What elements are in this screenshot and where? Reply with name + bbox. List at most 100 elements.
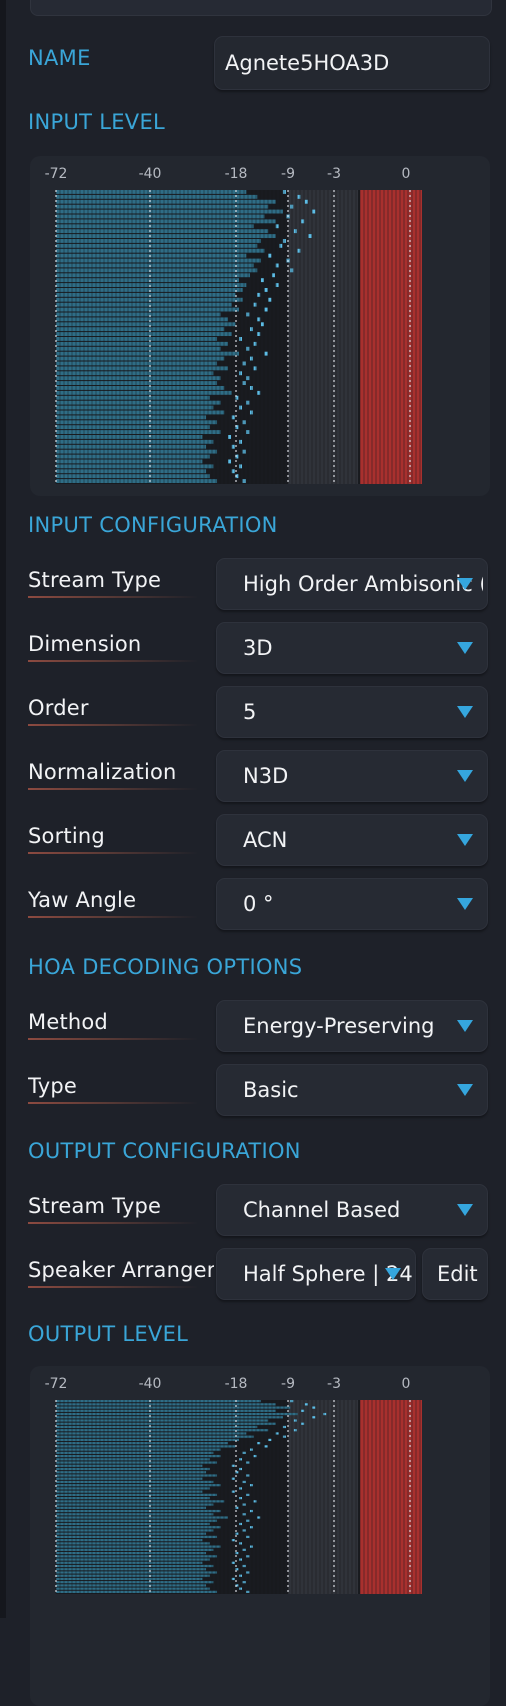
order-value: 5 bbox=[243, 700, 257, 724]
meter-peak-marker bbox=[304, 1403, 308, 1406]
dimension-label: Dimension bbox=[28, 632, 142, 656]
normalization-dropdown[interactable]: N3D bbox=[216, 750, 488, 802]
meter-scale-label: -3 bbox=[327, 1376, 341, 1392]
meter-channel-bar bbox=[56, 1458, 210, 1461]
speaker-edit-button[interactable]: Edit bbox=[422, 1248, 488, 1300]
type-dropdown[interactable]: Basic bbox=[216, 1064, 488, 1116]
output-stream-type-value: Channel Based bbox=[243, 1198, 401, 1222]
meter-channel-bar bbox=[56, 1432, 247, 1435]
order-dropdown[interactable]: 5 bbox=[216, 686, 488, 738]
yaw-angle-underline bbox=[28, 916, 198, 918]
meter-channel-bar bbox=[56, 395, 210, 400]
chevron-down-icon bbox=[457, 834, 473, 846]
meter-channel-bar bbox=[56, 425, 210, 430]
meter-peak-marker bbox=[249, 386, 253, 390]
output-stream-type-dropdown[interactable]: Channel Based bbox=[216, 1184, 488, 1236]
meter-channel-bar bbox=[56, 1422, 276, 1425]
name-value[interactable]: Agnete5HOA3D bbox=[225, 51, 465, 75]
type-label: Type bbox=[28, 1074, 78, 1098]
name-input[interactable]: Agnete5HOA3D bbox=[214, 36, 490, 90]
yaw-angle-dropdown[interactable]: 0 ° bbox=[216, 878, 488, 930]
method-label: Method bbox=[28, 1010, 108, 1034]
normalization-label: Normalization bbox=[28, 760, 177, 784]
input-stream-type-dropdown[interactable]: High Order Ambisonic ( bbox=[216, 558, 488, 610]
method-dropdown[interactable]: Energy-Preserving bbox=[216, 1000, 488, 1052]
meter-channel-bar bbox=[56, 209, 283, 214]
meter-channel-bar bbox=[56, 253, 247, 258]
meter-channel-bar bbox=[56, 1442, 229, 1445]
left-edge bbox=[0, 0, 6, 1618]
speaker-arrangement-dropdown[interactable]: Half Sphere | 24. bbox=[216, 1248, 416, 1300]
type-underline bbox=[28, 1102, 198, 1104]
chevron-down-icon bbox=[457, 1204, 473, 1216]
meter-scale-label: -9 bbox=[281, 1376, 295, 1392]
input-stream-type-value: High Order Ambisonic ( bbox=[243, 572, 483, 596]
output-level-title: OUTPUT LEVEL bbox=[28, 1322, 189, 1346]
sorting-dropdown[interactable]: ACN bbox=[216, 814, 488, 866]
meter-peak-marker bbox=[249, 410, 253, 415]
method-underline bbox=[28, 1038, 198, 1040]
meter-peak-marker bbox=[304, 199, 308, 204]
speaker-arrangement-underline bbox=[28, 1286, 198, 1288]
meter-channel-bar bbox=[56, 1542, 210, 1545]
previous-field[interactable] bbox=[30, 0, 492, 16]
chevron-down-icon bbox=[457, 1084, 473, 1096]
output-configuration-title: OUTPUT CONFIGURATION bbox=[28, 1139, 301, 1163]
output-stream-type-underline bbox=[28, 1222, 198, 1224]
meter-channel-bar bbox=[56, 1406, 291, 1409]
meter-channel-bar bbox=[56, 1403, 276, 1406]
meter-peak-marker bbox=[312, 209, 316, 214]
meter-channel-bar bbox=[56, 1497, 210, 1500]
meter-channel-bar bbox=[56, 1425, 258, 1429]
meter-channel-bar bbox=[56, 1587, 210, 1590]
input-configuration-title: INPUT CONFIGURATION bbox=[28, 513, 278, 537]
meter-channel-bar bbox=[56, 341, 229, 346]
dimension-value: 3D bbox=[243, 636, 273, 660]
meter-channel-bar bbox=[56, 239, 261, 243]
meter-peak-marker bbox=[249, 1526, 253, 1529]
yaw-angle-value: 0 ° bbox=[243, 892, 274, 916]
meter-channel-bar bbox=[56, 474, 210, 479]
meter-scale-label: 0 bbox=[402, 166, 411, 182]
meter-channel-bar bbox=[56, 190, 247, 194]
meter-scale-label: -72 bbox=[45, 1376, 68, 1392]
normalization-value: N3D bbox=[243, 764, 289, 788]
dimension-dropdown[interactable]: 3D bbox=[216, 622, 488, 674]
speaker-edit-label: Edit bbox=[437, 1262, 478, 1286]
output-stream-type-label: Stream Type bbox=[28, 1194, 162, 1218]
meter-channel-bar bbox=[56, 1416, 283, 1419]
meter-peak-marker bbox=[308, 234, 312, 238]
meter-peak-marker bbox=[249, 327, 253, 332]
stream-type-label: Stream Type bbox=[28, 568, 162, 592]
meter-peak-marker bbox=[249, 1545, 253, 1548]
meter-channel-bar bbox=[56, 1522, 210, 1526]
meter-channel-bar bbox=[56, 283, 247, 287]
meter-peak-marker bbox=[312, 1406, 316, 1409]
meter-channel-bar bbox=[56, 366, 229, 371]
meter-peak-marker bbox=[264, 307, 268, 312]
meter-scale-label: -72 bbox=[45, 166, 68, 182]
meter-channel-bar bbox=[56, 268, 258, 273]
chevron-down-icon bbox=[457, 1020, 473, 1032]
meter-peak-marker bbox=[249, 1484, 253, 1487]
meter-channel-bar bbox=[56, 1574, 210, 1577]
method-value: Energy-Preserving bbox=[243, 1014, 435, 1038]
meter-peak-marker bbox=[249, 356, 253, 361]
input-level-meter-graphic: -72 -40 -18 -9 -3 0 bbox=[45, 166, 422, 484]
meter-channel-bar bbox=[56, 1487, 210, 1490]
chevron-down-icon bbox=[457, 578, 473, 590]
type-value: Basic bbox=[243, 1078, 299, 1102]
meter-channel-bar bbox=[56, 1467, 210, 1471]
meter-scale-label: -18 bbox=[225, 1376, 248, 1392]
meter-channel-bar bbox=[56, 1400, 261, 1403]
meter-scale-label: -18 bbox=[225, 166, 248, 182]
order-underline bbox=[28, 724, 198, 726]
meter-peak-marker bbox=[249, 1509, 253, 1513]
chevron-down-icon bbox=[385, 1268, 401, 1280]
meter-scale-label: -9 bbox=[281, 166, 295, 182]
meter-channel-bar bbox=[56, 1409, 276, 1412]
meter-channel-bar bbox=[56, 1558, 210, 1561]
meter-peak-marker bbox=[249, 1448, 253, 1451]
input-level-title: INPUT LEVEL bbox=[28, 110, 166, 134]
meter-channel-bar bbox=[56, 194, 258, 199]
